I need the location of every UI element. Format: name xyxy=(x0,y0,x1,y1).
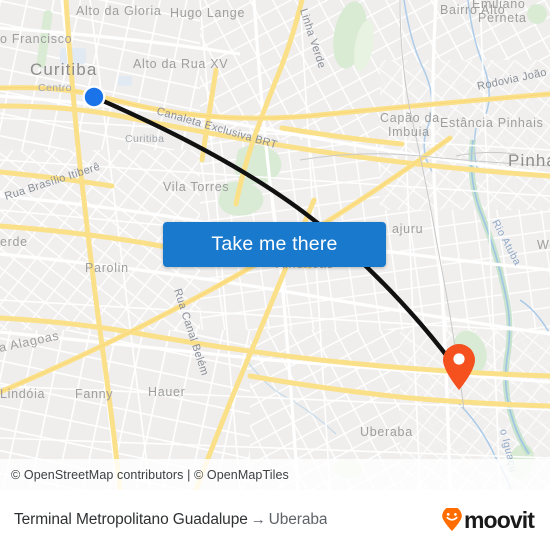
moovit-trip-map-card: Curitiba Pinhais Alto da Gloria Hugo Lan… xyxy=(0,0,550,550)
take-me-there-label: Take me there xyxy=(211,233,338,255)
moovit-wordmark: moovit xyxy=(464,506,535,533)
label-curitiba-station: Curitiba xyxy=(125,133,164,145)
label-imbuia: Imbuia xyxy=(388,125,430,139)
label-centro: Centro xyxy=(38,82,72,94)
label-parolin: Parolin xyxy=(85,261,129,275)
label-hauer: Hauer xyxy=(148,385,186,399)
origin-dot-marker xyxy=(82,85,106,109)
label-uberaba: Uberaba xyxy=(360,425,413,439)
label-o-francisco: o Francisco xyxy=(0,32,72,46)
label-vila-torres: Vila Torres xyxy=(163,180,229,194)
label-city-curitiba: Curitiba xyxy=(30,60,97,79)
trip-destination: Uberaba xyxy=(268,511,328,528)
label-alto-da-gloria: Alto da Gloria xyxy=(76,4,162,18)
label-perneta: Perneta xyxy=(478,11,527,25)
label-alto-da-rua-xv: Alto da Rua XV xyxy=(133,57,228,71)
trip-footer: Terminal Metropolitano Guadalupe → Uberaba… xyxy=(0,490,550,550)
moovit-pin-icon xyxy=(442,508,462,531)
label-wes: Wes xyxy=(537,238,550,252)
label-hugo-lange: Hugo Lange xyxy=(170,6,245,20)
label-erde: erde xyxy=(0,235,28,249)
map-canvas[interactable]: Curitiba Pinhais Alto da Gloria Hugo Lan… xyxy=(0,0,550,490)
arrow-right-icon: → xyxy=(250,511,266,528)
label-capao-da: Capão da xyxy=(380,111,440,125)
label-ajuru: ajuru xyxy=(392,222,423,236)
label-estancia-pinhais: Estância Pinhais xyxy=(440,116,544,130)
label-lindoia: Lindóia xyxy=(0,387,45,401)
label-emiliano: Emiliano xyxy=(472,0,526,11)
trip-title: Terminal Metropolitano Guadalupe → Uberaba xyxy=(14,511,327,529)
map-attribution: © OpenStreetMap contributors | © OpenMap… xyxy=(0,459,550,490)
moovit-logo[interactable]: moovit xyxy=(441,506,535,534)
take-me-there-button[interactable]: Take me there xyxy=(163,222,386,267)
label-fanny: Fanny xyxy=(75,387,113,401)
label-city-pinhais: Pinhais xyxy=(508,151,550,170)
trip-origin: Terminal Metropolitano Guadalupe xyxy=(14,511,248,528)
attribution-text: © OpenStreetMap contributors | © OpenMap… xyxy=(11,467,289,482)
